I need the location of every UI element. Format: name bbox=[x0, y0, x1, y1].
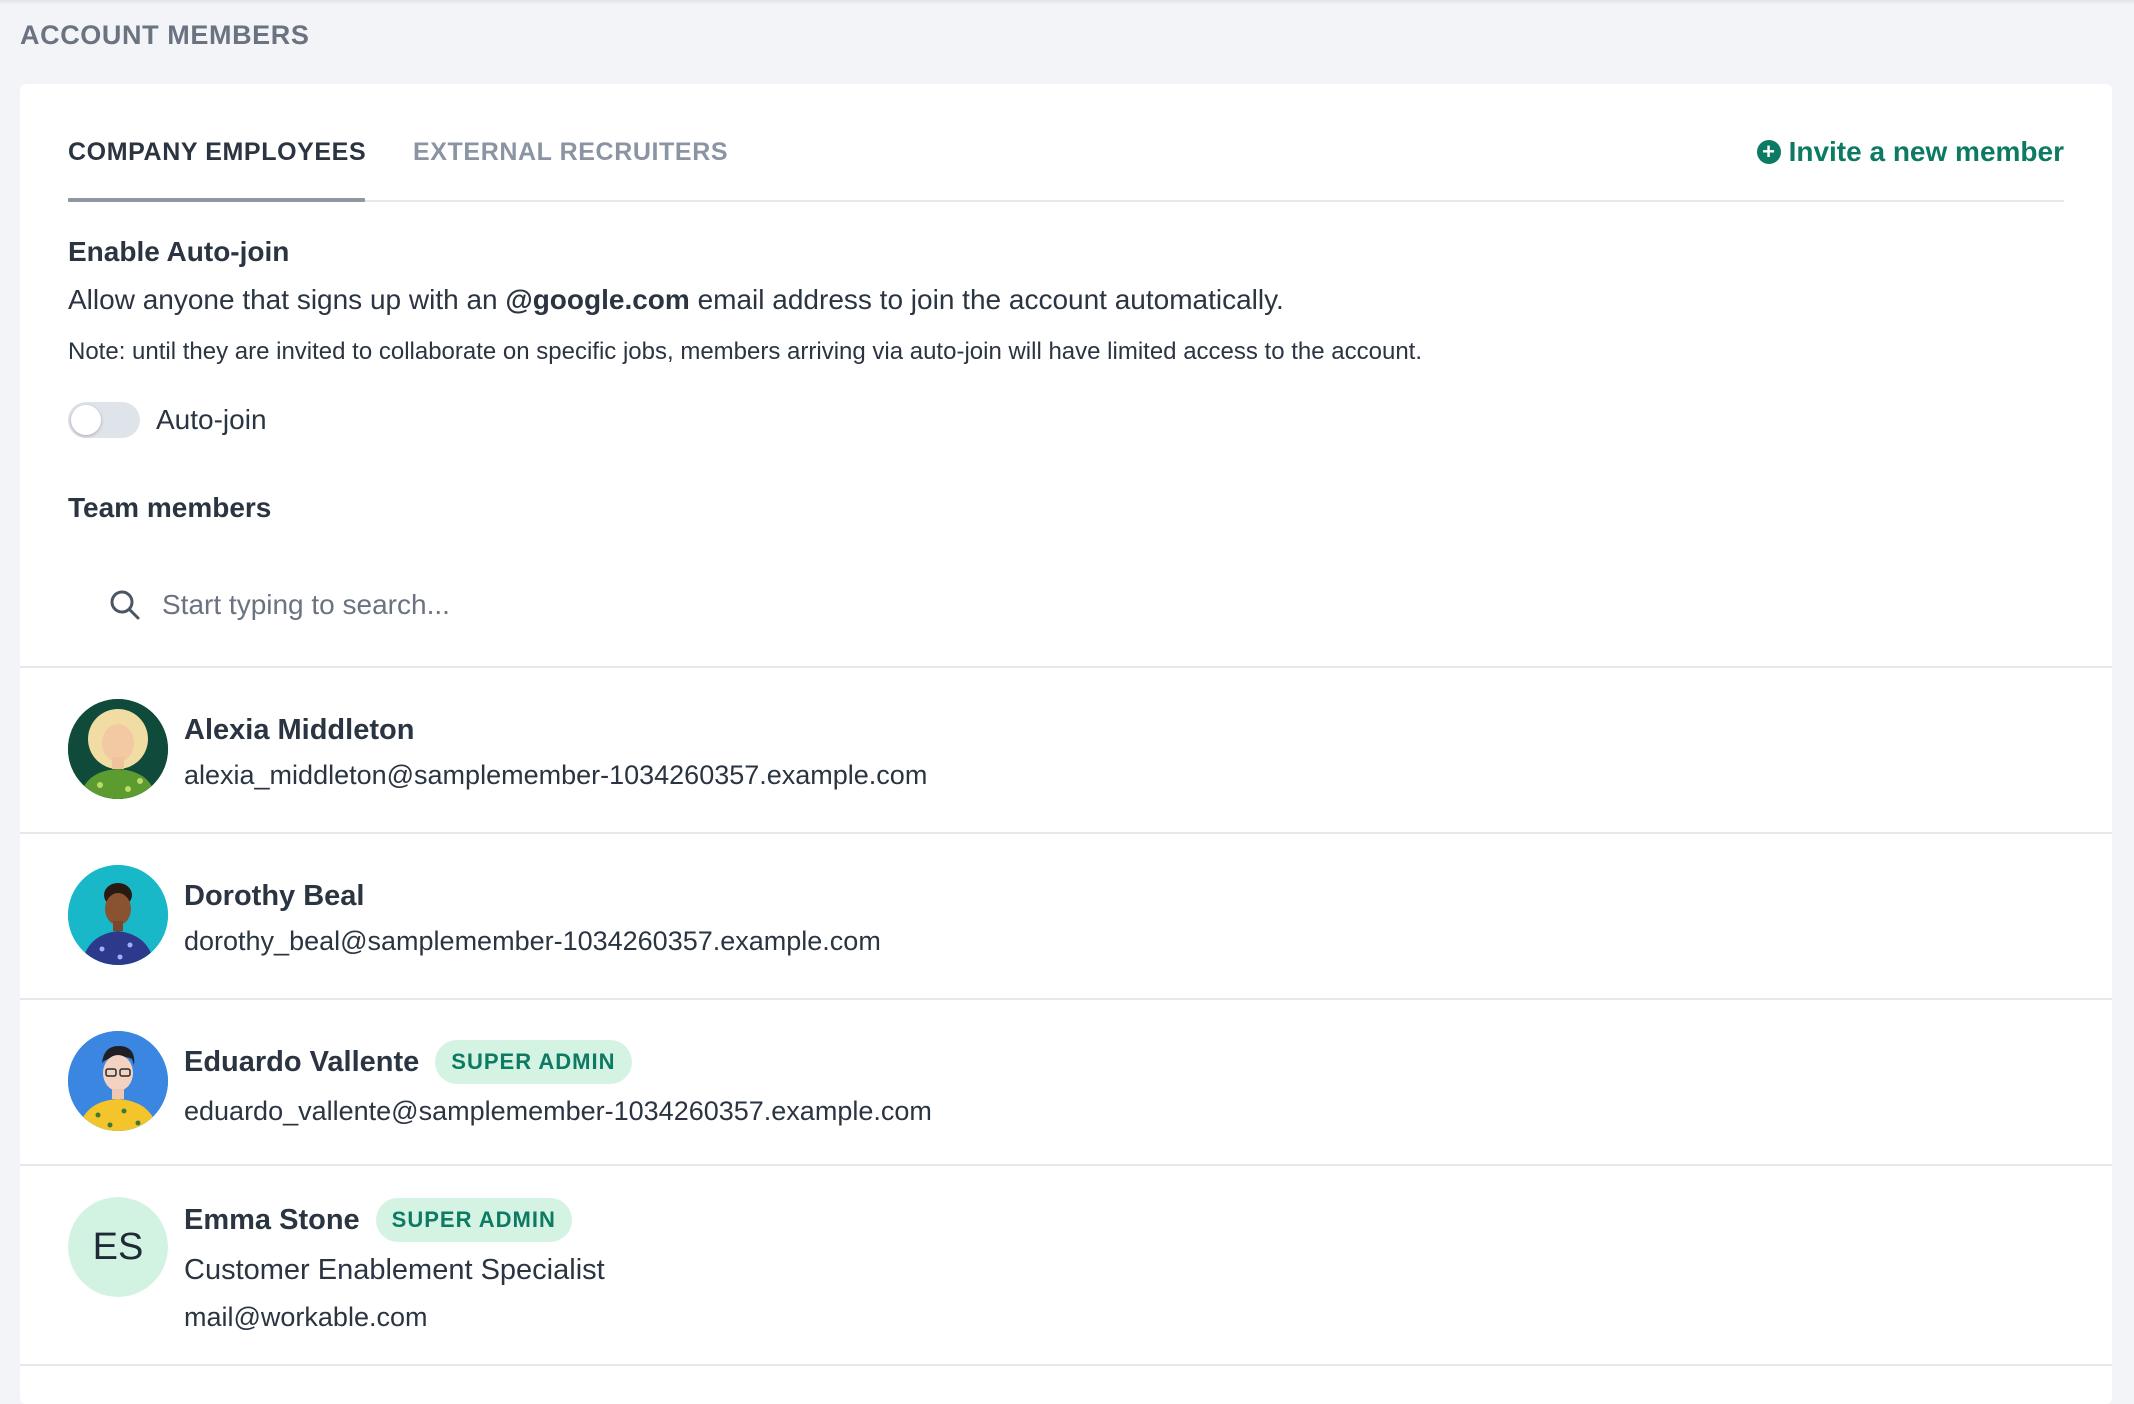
member-role: Customer Enablement Specialist bbox=[184, 1254, 605, 1286]
member-name-line: Dorothy Beal bbox=[184, 880, 364, 913]
desc-before: Allow anyone that signs up with an bbox=[68, 284, 506, 315]
member-row[interactable]: Dorothy Beal dorothy_beal@samplemember-1… bbox=[20, 832, 2112, 998]
super-admin-badge: SUPER ADMIN bbox=[435, 1040, 632, 1084]
avatar bbox=[68, 1031, 168, 1131]
autojoin-description: Allow anyone that signs up with an @goog… bbox=[68, 284, 1284, 316]
members-card: COMPANY EMPLOYEES EXTERNAL RECRUITERS + … bbox=[20, 84, 2112, 1404]
member-row[interactable]: ES Emma Stone SUPER ADMIN Customer Enabl… bbox=[20, 1164, 2112, 1364]
tab-company-employees[interactable]: COMPANY EMPLOYEES bbox=[68, 138, 366, 167]
invite-member-button[interactable]: + Invite a new member bbox=[1756, 136, 2064, 168]
autojoin-note: Note: until they are invited to collabor… bbox=[68, 338, 1422, 365]
member-row bbox=[20, 1364, 2112, 1384]
team-members-heading: Team members bbox=[68, 492, 272, 523]
page-title: ACCOUNT MEMBERS bbox=[20, 20, 310, 50]
avatar bbox=[68, 865, 168, 965]
member-row[interactable]: Eduardo Vallente SUPER ADMIN eduardo_val… bbox=[20, 998, 2112, 1164]
toggle-knob bbox=[71, 405, 101, 435]
desc-after: email address to join the account automa… bbox=[689, 284, 1284, 315]
invite-member-label: Invite a new member bbox=[1788, 136, 2064, 167]
avatar-illustration bbox=[68, 699, 168, 799]
member-name-line: Alexia Middleton bbox=[184, 714, 414, 747]
avatar: ES bbox=[68, 1197, 168, 1297]
member-search bbox=[68, 574, 2064, 634]
autojoin-toggle-label: Auto-join bbox=[156, 404, 267, 435]
member-email: eduardo_vallente@samplemember-1034260357… bbox=[184, 1096, 932, 1126]
member-name: Emma Stone bbox=[184, 1203, 360, 1236]
tab-bar: COMPANY EMPLOYEES EXTERNAL RECRUITERS + … bbox=[68, 84, 2064, 202]
search-icon bbox=[110, 590, 140, 620]
member-name: Dorothy Beal bbox=[184, 880, 365, 912]
active-tab-indicator bbox=[68, 198, 365, 202]
member-name: Eduardo Vallente bbox=[184, 1045, 420, 1078]
search-input[interactable] bbox=[160, 582, 1964, 628]
super-admin-badge: SUPER ADMIN bbox=[375, 1198, 572, 1242]
member-name-line: Eduardo Vallente SUPER ADMIN bbox=[184, 1040, 632, 1084]
member-name: Alexia Middleton bbox=[184, 714, 415, 746]
autojoin-toggle[interactable] bbox=[68, 402, 140, 438]
autojoin-heading: Enable Auto-join bbox=[68, 236, 290, 267]
member-email: dorothy_beal@samplemember-1034260357.exa… bbox=[184, 926, 881, 956]
top-shadow bbox=[0, 0, 2134, 5]
avatar bbox=[68, 699, 168, 799]
member-name-line: Emma Stone SUPER ADMIN bbox=[184, 1198, 572, 1242]
avatar-initials: ES bbox=[68, 1197, 168, 1297]
avatar-illustration bbox=[68, 1031, 168, 1131]
autojoin-domain: @google.com bbox=[505, 284, 690, 315]
member-email: alexia_middleton@samplemember-1034260357… bbox=[184, 760, 928, 790]
plus-circle-icon: + bbox=[1756, 140, 1781, 164]
avatar-illustration bbox=[68, 865, 168, 965]
member-list: Alexia Middleton alexia_middleton@sample… bbox=[20, 666, 2112, 1384]
member-email: mail@workable.com bbox=[184, 1302, 428, 1332]
tab-external-recruiters[interactable]: EXTERNAL RECRUITERS bbox=[413, 138, 728, 167]
autojoin-toggle-row: Auto-join bbox=[68, 402, 267, 438]
member-row[interactable]: Alexia Middleton alexia_middleton@sample… bbox=[20, 666, 2112, 832]
